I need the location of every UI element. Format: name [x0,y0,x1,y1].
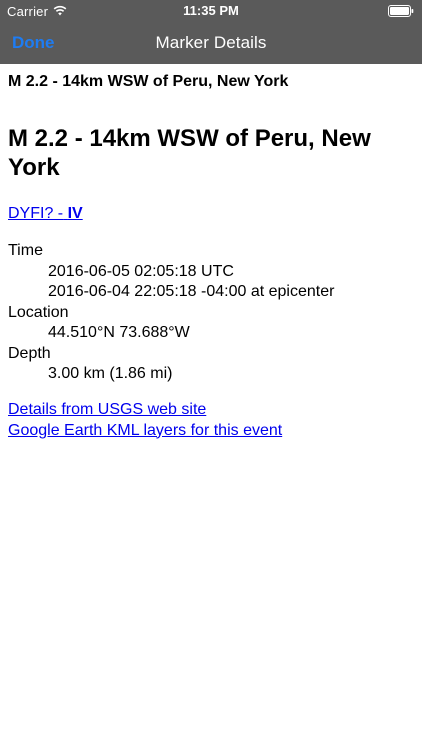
location-label: Location [8,303,69,321]
event-details-list: Time 2016-06-05 02:05:18 UTC 2016-06-04 … [8,241,414,385]
time-local-value: 2016-06-04 22:05:18 -04:00 at epicenter [48,283,335,300]
nav-title: Marker Details [155,33,267,52]
status-bar: Carrier 11:35 PM [0,0,422,22]
event-title: M 2.2 - 14km WSW of Peru, New York [8,125,371,181]
dyfi-intensity: IV [67,205,83,222]
depth-label: Depth [8,344,51,362]
external-links: Details from USGS web site Google Earth … [8,400,282,441]
status-time: 11:35 PM [183,3,239,18]
marker-details-screen: Carrier 11:35 PM Done Marker Details M 2… [0,0,422,750]
top-bar: Carrier 11:35 PM Done Marker Details [0,0,422,64]
usgs-details-link[interactable]: Details from USGS web site [8,401,206,418]
depth-value: 3.00 km (1.86 mi) [48,365,173,382]
event-short-title: M 2.2 - 14km WSW of Peru, New York [8,73,289,90]
location-value: 44.510°N 73.688°W [48,324,190,341]
dyfi-link[interactable]: DYFI? - IV [8,205,83,222]
navigation-bar: Done Marker Details [0,22,422,64]
time-utc-value: 2016-06-05 02:05:18 UTC [48,262,234,280]
time-label: Time [8,242,43,259]
event-details-content: M 2.2 - 14km WSW of Peru, New York M 2.2… [0,64,422,750]
kml-layers-link[interactable]: Google Earth KML layers for this event [8,422,282,439]
dyfi-link-label: DYFI? - [8,205,64,222]
battery-icon [388,5,414,17]
dyfi-row: DYFI? - IV [8,205,83,223]
